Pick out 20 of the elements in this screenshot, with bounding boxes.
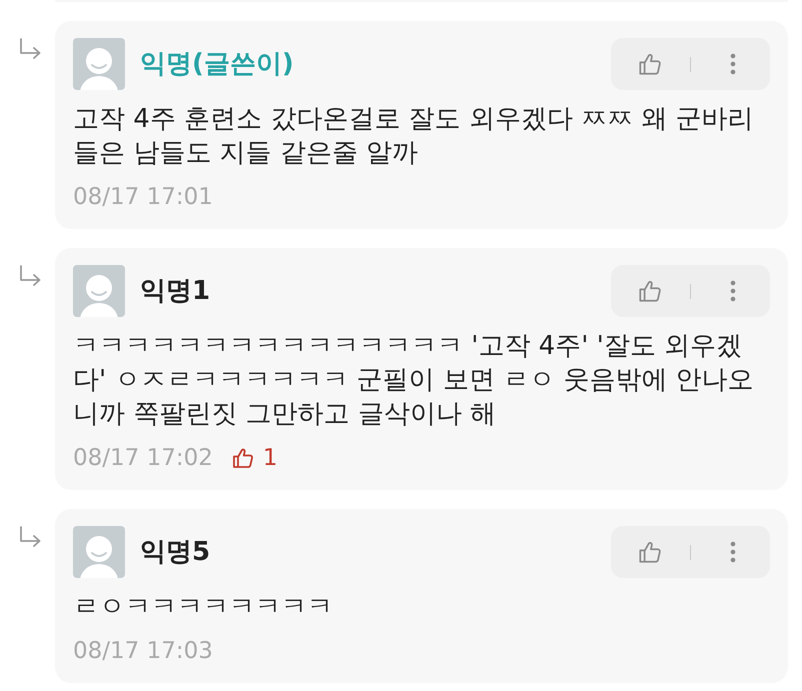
like-count: 1	[262, 445, 278, 471]
avatar-icon	[73, 265, 125, 317]
author-name: 익명1	[140, 275, 210, 308]
thumbs-up-icon[interactable]	[637, 51, 663, 77]
comment-text: ㄹㅇㅋㅋㅋㅋㅋㅋㅋㅋ	[73, 591, 334, 624]
comment-time: 08/17 17:02	[73, 445, 213, 471]
author-name: 익명5	[140, 536, 210, 569]
avatar-icon	[73, 526, 125, 578]
more-icon[interactable]	[730, 280, 736, 302]
comment-time: 08/17 17:01	[73, 184, 213, 210]
thumbs-up-icon[interactable]	[637, 278, 663, 304]
avatar-icon	[73, 38, 125, 90]
comment-time: 08/17 17:03	[73, 638, 213, 664]
comment-text: ㅋㅋㅋㅋㅋㅋㅋㅋㅋㅋㅋㅋㅋㅋㅋ '고작 4주' '잘도 외우겠다' ㅇㅈㄹㅋㅋㅋㅋㅋㅋ 군필이 보면 ㄹㅇ 웃음밖에 안나오니까 쪽팔린짓 그만하고 글삭이나 해	[73, 330, 755, 431]
more-icon[interactable]	[730, 541, 736, 563]
thumbs-up-icon[interactable]	[637, 539, 663, 565]
more-icon[interactable]	[730, 53, 736, 75]
comment-text: 고작 4주 훈련소 갔다온걸로 잘도 외우겠다 ㅉㅉ 왜 군바리들은 남들도 지들 같은줄 알까	[73, 103, 755, 170]
thumbs-up-icon	[230, 446, 255, 470]
author-name: 익명(글쓴이)	[140, 48, 294, 81]
